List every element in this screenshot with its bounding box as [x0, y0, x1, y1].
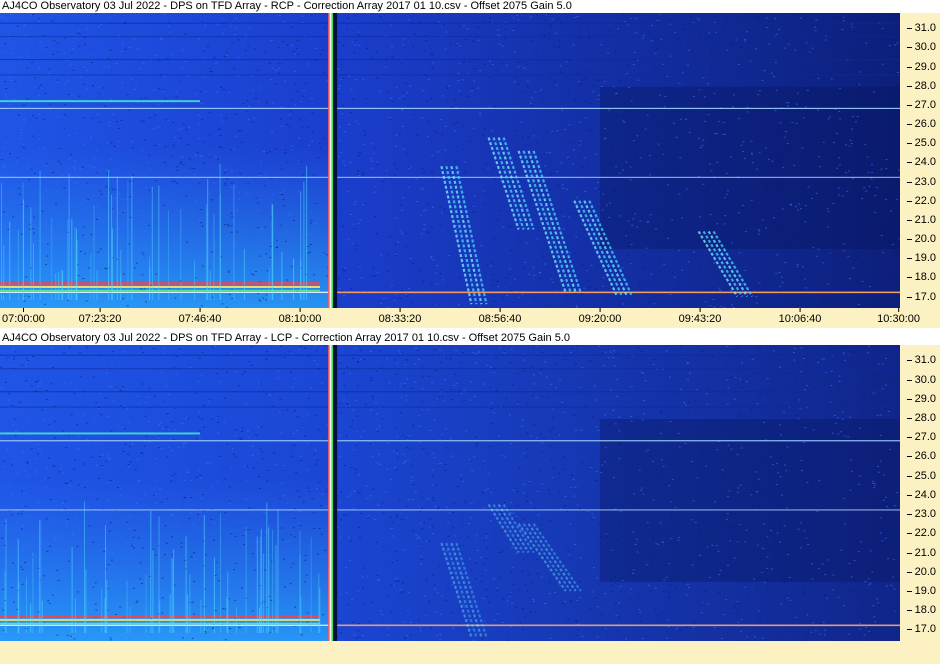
band-line	[0, 391, 900, 393]
x-tick-label: 07:23:20	[78, 308, 122, 325]
gap-white	[329, 13, 332, 308]
x-tick-label: 09:43:20	[678, 308, 722, 325]
rcp-title: AJ4CO Observatory 03 Jul 2022 - DPS on T…	[0, 0, 940, 13]
y-tick-label: 27.0	[906, 98, 936, 111]
left-band-27	[0, 432, 200, 435]
y-tick-label: 30.0	[906, 373, 936, 386]
band-line	[0, 368, 900, 370]
y-tick-label: 31.0	[906, 354, 936, 367]
lcp-bottom-strip	[0, 641, 940, 664]
y-tick-label: 24.0	[906, 488, 936, 501]
data-gap	[328, 345, 338, 641]
right-band-orange	[335, 291, 900, 294]
y-tick-label: 25.0	[906, 137, 936, 150]
quiet-region	[600, 86, 900, 249]
lcp-title: AJ4CO Observatory 03 Jul 2022 - DPS on T…	[0, 332, 940, 345]
quiet-region	[600, 419, 900, 582]
x-tick-label: 07:00:00	[2, 308, 45, 325]
rcp-frequency-axis: 31.0 30.0 29.0 28.0 27.0 26.0 25.0 24.0 23.0 22.0…	[900, 13, 940, 308]
y-tick-label: 20.0	[906, 565, 936, 578]
band-line	[0, 74, 900, 76]
rcp-spectrogram-svg	[0, 13, 900, 308]
y-tick-label: 31.0	[906, 22, 936, 35]
y-tick-label: 19.0	[906, 252, 936, 265]
y-tick-label: 25.0	[906, 469, 936, 482]
band-line	[0, 107, 900, 110]
y-tick-label: 17.0	[906, 290, 936, 303]
y-tick-label: 29.0	[906, 60, 936, 73]
y-tick-label: 26.0	[906, 118, 936, 131]
x-tick-label: 10:30:00	[877, 308, 920, 325]
gap-edge-red	[328, 13, 330, 308]
x-tick-label: 08:10:00	[278, 308, 322, 325]
gap-edge-green	[331, 345, 334, 641]
y-tick-label: 28.0	[906, 412, 936, 425]
right-band-orange	[335, 624, 900, 627]
gap-dark	[333, 345, 338, 641]
band-line	[0, 406, 900, 408]
y-tick-label: 18.0	[906, 271, 936, 284]
y-tick-label: 23.0	[906, 508, 936, 521]
y-tick-label: 19.0	[906, 585, 936, 598]
gap-white	[329, 345, 332, 641]
y-tick-label: 22.0	[906, 194, 936, 207]
band-line	[0, 35, 900, 38]
lcp-spectrogram	[0, 345, 900, 641]
x-tick-label: 09:20:00	[578, 308, 622, 325]
x-tick-label: 08:56:40	[478, 308, 522, 325]
y-tick-label: 20.0	[906, 233, 936, 246]
time-axis: 07:00:00 07:23:20 07:46:40 08:10:00 08:33:20…	[0, 308, 940, 328]
y-tick-label: 17.0	[906, 623, 936, 636]
x-tick-label: 08:33:20	[378, 308, 422, 325]
y-tick-label: 26.0	[906, 450, 936, 463]
band-line	[0, 440, 900, 442]
gap-edge-green	[331, 13, 334, 308]
y-tick-label: 28.0	[906, 79, 936, 92]
band-line	[0, 354, 900, 356]
y-tick-label: 29.0	[906, 392, 936, 405]
band-line	[0, 509, 900, 511]
y-tick-label: 21.0	[906, 546, 936, 559]
y-tick-label: 22.0	[906, 527, 936, 540]
lcp-spectrogram-svg	[0, 345, 900, 641]
y-tick-label: 27.0	[906, 431, 936, 444]
y-tick-label: 23.0	[906, 175, 936, 188]
lcp-panel: AJ4CO Observatory 03 Jul 2022 - DPS on T…	[0, 332, 940, 664]
rcp-panel: AJ4CO Observatory 03 Jul 2022 - DPS on T…	[0, 0, 940, 332]
gap-edge-red	[328, 345, 330, 641]
lcp-frequency-axis: 31.0 30.0 29.0 28.0 27.0 26.0 25.0 24.0 23.0 22.0…	[900, 345, 940, 641]
x-tick-label: 10:06:40	[778, 308, 822, 325]
band-line	[0, 58, 900, 61]
rcp-spectrogram	[0, 13, 900, 308]
x-tick-label: 07:46:40	[178, 308, 222, 325]
y-tick-label: 24.0	[906, 156, 936, 169]
y-tick-label: 30.0	[906, 41, 936, 54]
gap-dark	[333, 13, 338, 308]
band-line	[0, 22, 900, 24]
data-gap	[328, 13, 338, 308]
left-band-27	[0, 100, 200, 103]
y-tick-label: 21.0	[906, 213, 936, 226]
y-tick-label: 18.0	[906, 604, 936, 617]
